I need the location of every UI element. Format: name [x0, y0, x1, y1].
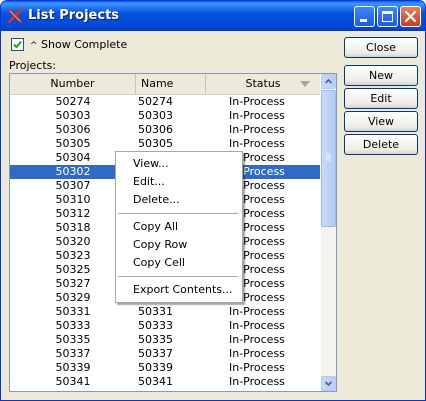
- cell-status: In-Process: [229, 361, 285, 374]
- show-complete-text: Show Complete: [41, 38, 128, 51]
- table-row[interactable]: 50331 50331 In-Process: [10, 305, 320, 319]
- menu-item-export-contents[interactable]: Export Contents...: [133, 281, 232, 299]
- edit-button[interactable]: Edit: [344, 88, 418, 109]
- cell-number: 50337: [55, 347, 91, 360]
- projects-label: Projects:: [9, 59, 57, 72]
- cell-number: 50303: [55, 109, 91, 122]
- menu-item-edit[interactable]: Edit...: [133, 173, 165, 191]
- cell-status: In-Process: [229, 109, 285, 122]
- cell-name: 50303: [138, 109, 173, 122]
- cell-status: In-Process: [229, 291, 285, 304]
- vertical-scrollbar[interactable]: [321, 74, 336, 391]
- sort-descending-icon: [300, 81, 310, 87]
- show-complete-checkbox[interactable]: [11, 38, 24, 51]
- cell-status: In-Process: [229, 207, 285, 220]
- list-projects-window: List Projects ^ Show Complete Projects: …: [0, 0, 426, 401]
- cell-status: In-Process: [229, 305, 285, 318]
- table-header: Number Name Status: [10, 74, 320, 95]
- minimize-icon: [360, 19, 367, 22]
- cell-status: In-Process: [229, 165, 285, 178]
- delete-button[interactable]: Delete: [344, 134, 418, 155]
- show-complete-label[interactable]: ^ Show Complete: [30, 38, 127, 51]
- column-header-name[interactable]: Name: [136, 74, 206, 94]
- cell-status: In-Process: [229, 123, 285, 136]
- scroll-up-button[interactable]: [321, 74, 336, 89]
- table-row[interactable]: 50333 50333 In-Process: [10, 319, 320, 333]
- menu-item-copy-row[interactable]: Copy Row: [133, 236, 187, 254]
- cell-name: 50333: [138, 319, 173, 332]
- cell-name: 50274: [138, 95, 173, 108]
- arrow-down-icon: [324, 381, 333, 387]
- cell-status: In-Process: [229, 277, 285, 290]
- table-row[interactable]: 50341 50341 In-Process: [10, 375, 320, 389]
- cell-status: In-Process: [229, 333, 285, 346]
- cell-status: In-Process: [229, 347, 285, 360]
- cell-name: 50337: [138, 347, 173, 360]
- menu-item-copy-cell[interactable]: Copy Cell: [133, 254, 185, 272]
- table-row[interactable]: 50306 50306 In-Process: [10, 123, 320, 137]
- maximize-button[interactable]: [377, 6, 398, 27]
- cell-status: In-Process: [229, 375, 285, 388]
- table-row[interactable]: 50339 50339 In-Process: [10, 361, 320, 375]
- cell-status: In-Process: [229, 319, 285, 332]
- cell-number: 50339: [55, 361, 91, 374]
- title-bar[interactable]: List Projects: [1, 1, 425, 31]
- cell-status: In-Process: [229, 235, 285, 248]
- menu-separator: [118, 213, 238, 214]
- cell-name: 50331: [138, 305, 173, 318]
- cell-number: 50274: [55, 95, 91, 108]
- scroll-thumb[interactable]: [321, 90, 336, 227]
- arrow-up-icon: [324, 78, 333, 84]
- cell-status: In-Process: [229, 151, 285, 164]
- column-header-number[interactable]: Number: [10, 74, 136, 94]
- cell-number: 50335: [55, 333, 91, 346]
- mnemonic-caret-icon: ^: [30, 41, 38, 51]
- cell-status: In-Process: [229, 137, 285, 150]
- cell-number: 50306: [55, 123, 91, 136]
- cell-number: 50305: [55, 137, 91, 150]
- cell-status: In-Process: [229, 193, 285, 206]
- column-header-status-label: Status: [245, 77, 281, 90]
- checkmark-icon: [13, 40, 22, 49]
- table-row[interactable]: 50335 50335 In-Process: [10, 333, 320, 347]
- cell-status: In-Process: [229, 179, 285, 192]
- table-row[interactable]: 50305 50305 In-Process: [10, 137, 320, 151]
- close-button[interactable]: Close: [344, 37, 418, 58]
- cell-number: 50341: [55, 375, 91, 388]
- grip-icon: [326, 153, 331, 161]
- minimize-button[interactable]: [354, 6, 375, 27]
- column-header-status[interactable]: Status: [206, 74, 320, 94]
- menu-item-delete[interactable]: Delete...: [133, 191, 180, 209]
- maximize-icon: [382, 11, 393, 22]
- close-window-button[interactable]: [400, 6, 421, 27]
- context-menu: View... Edit... Delete... Copy All Copy …: [115, 151, 243, 303]
- cell-status: In-Process: [229, 221, 285, 234]
- cell-name: 50306: [138, 123, 173, 136]
- cell-number: 50331: [55, 305, 91, 318]
- table-row[interactable]: 50274 50274 In-Process: [10, 95, 320, 109]
- table-row[interactable]: 50303 50303 In-Process: [10, 109, 320, 123]
- cell-number: 50333: [55, 319, 91, 332]
- menu-item-copy-all[interactable]: Copy All: [133, 218, 178, 236]
- new-button[interactable]: New: [344, 65, 418, 86]
- menu-item-view[interactable]: View...: [133, 155, 169, 173]
- table-row[interactable]: 50337 50337 In-Process: [10, 347, 320, 361]
- cell-name: 50305: [138, 137, 173, 150]
- menu-separator: [118, 276, 238, 277]
- cell-name: 50339: [138, 361, 173, 374]
- cell-status: In-Process: [229, 249, 285, 262]
- cell-name: 50341: [138, 375, 173, 388]
- cell-status: In-Process: [229, 95, 285, 108]
- view-button[interactable]: View: [344, 111, 418, 132]
- close-icon: [404, 10, 417, 23]
- app-x-icon: [8, 9, 22, 23]
- window-title: List Projects: [28, 8, 120, 23]
- cell-name: 50335: [138, 333, 173, 346]
- scroll-down-button[interactable]: [321, 376, 336, 391]
- cell-status: In-Process: [229, 263, 285, 276]
